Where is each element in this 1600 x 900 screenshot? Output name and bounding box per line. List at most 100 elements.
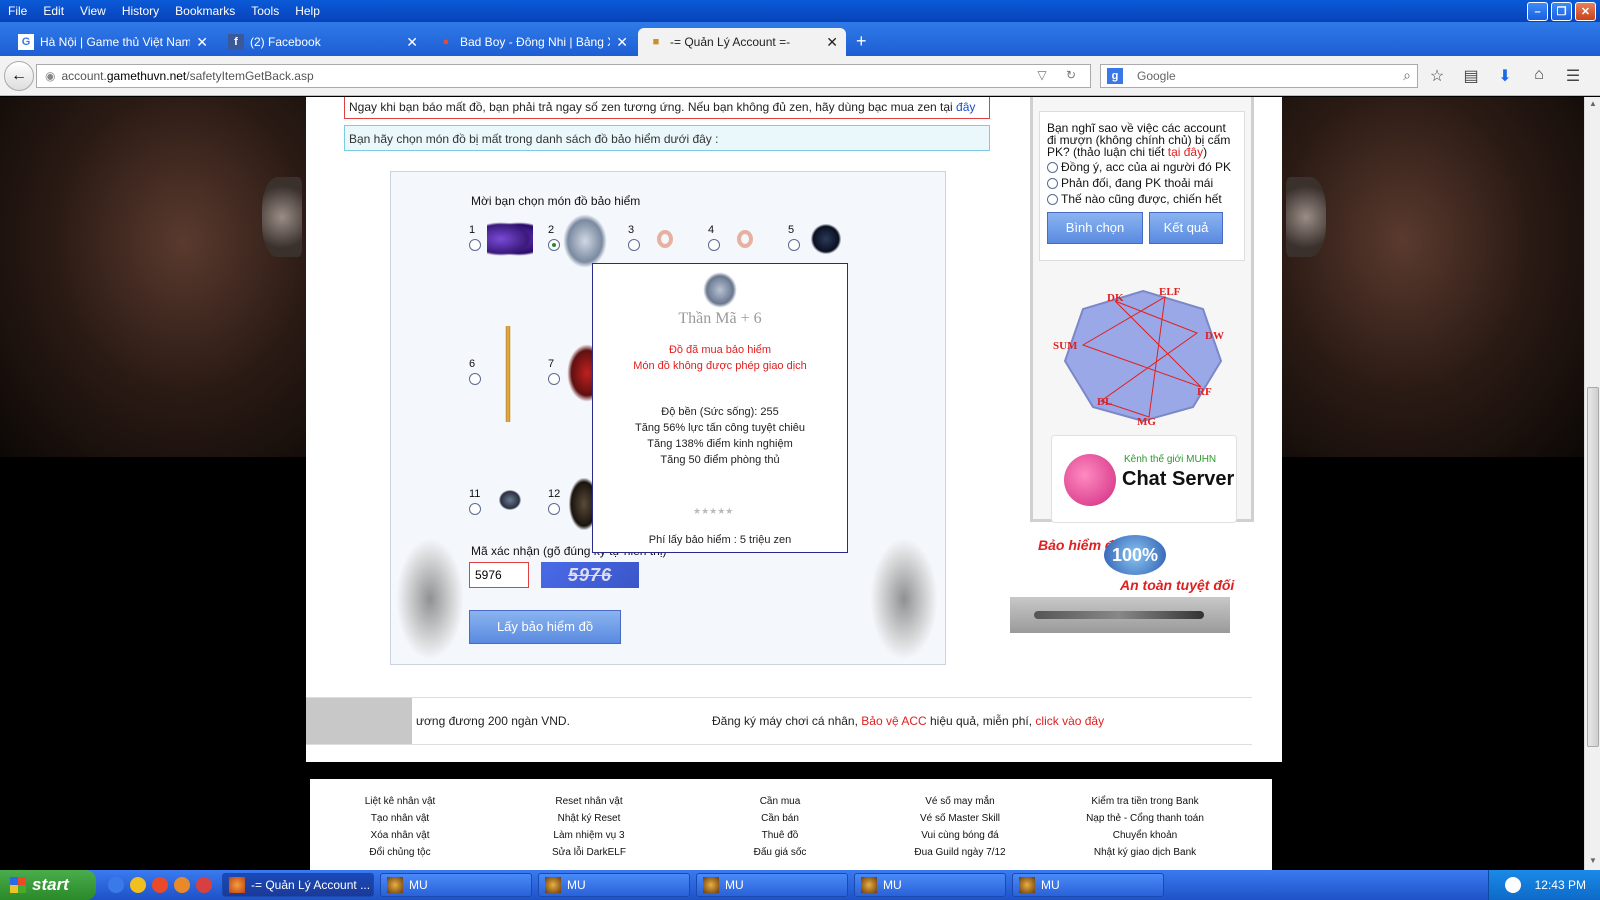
- get-insurance-button[interactable]: Lấy bảo hiểm đồ: [469, 610, 621, 644]
- poll-radio[interactable]: [1047, 193, 1058, 205]
- footer-link[interactable]: Thuê đồ: [730, 827, 830, 844]
- footer-link[interactable]: Vé số Master Skill: [890, 810, 1030, 827]
- menu-view[interactable]: View: [72, 4, 114, 18]
- item-radio-selected[interactable]: [548, 239, 560, 251]
- nav-bar: ← ◉ account. gamethuvn.net/safetyItemGetB…: [0, 56, 1600, 96]
- minimize-icon[interactable]: –: [1527, 2, 1548, 21]
- footer-link[interactable]: Đổi chủng tộc: [350, 844, 450, 861]
- footer-link[interactable]: Làm nhiệm vụ 3: [534, 827, 644, 844]
- footer-link[interactable]: Reset nhân vật: [534, 793, 644, 810]
- footer-link[interactable]: Cần bán: [730, 810, 830, 827]
- clock: 12:43 PM: [1534, 878, 1586, 892]
- item-radio[interactable]: [628, 239, 640, 251]
- tab-bad-boy[interactable]: ● Bad Boy - Đông Nhi | Bảng Xế... ✕: [428, 28, 636, 56]
- footer-link[interactable]: Nạp thẻ - Cổng thanh toán: [1070, 810, 1220, 827]
- firefox-icon[interactable]: [174, 877, 190, 893]
- ornament-right: [1286, 177, 1326, 257]
- tab-close-icon[interactable]: ✕: [406, 34, 418, 51]
- scroll-down-icon[interactable]: ▼: [1587, 856, 1599, 868]
- footer-link[interactable]: Liệt kê nhân vật: [350, 793, 450, 810]
- zen-notice-link[interactable]: đây: [956, 100, 975, 114]
- download-icon[interactable]: ⬇: [1494, 66, 1516, 86]
- captcha-input[interactable]: [469, 562, 529, 588]
- click-here-link[interactable]: click vào đây: [1035, 714, 1104, 728]
- messenger-icon[interactable]: [130, 877, 146, 893]
- scroll-up-icon[interactable]: ▲: [1587, 99, 1599, 111]
- menu-history[interactable]: History: [114, 4, 167, 18]
- footer-link[interactable]: Xóa nhân vật: [350, 827, 450, 844]
- bookmark-star-icon[interactable]: ☆: [1426, 66, 1448, 86]
- item-radio[interactable]: [469, 239, 481, 251]
- footer-link[interactable]: Tạo nhân vật: [350, 810, 450, 827]
- footer-link[interactable]: Cần mua: [730, 793, 830, 810]
- item-radio[interactable]: [469, 373, 481, 385]
- facebook-icon: f: [228, 34, 244, 50]
- footer-link[interactable]: Nhật ký Reset: [534, 810, 644, 827]
- footer-link[interactable]: Vui cùng bóng đá: [890, 827, 1030, 844]
- item-radio[interactable]: [708, 239, 720, 251]
- taskbar-item-mu[interactable]: MU: [854, 873, 1006, 897]
- page-scrollbar[interactable]: ▲ ▼: [1584, 97, 1600, 870]
- footer-link[interactable]: Chuyển khoản: [1070, 827, 1220, 844]
- tab-hanoi-gamethu[interactable]: G Hà Nội | Game thủ Việt Nam- ... ✕: [8, 28, 216, 56]
- chat-server-banner[interactable]: Kênh thế giới MUHN Chat Server: [1051, 435, 1237, 523]
- hamburger-menu-icon[interactable]: ☰: [1562, 66, 1584, 86]
- helm-item-icon: [499, 490, 521, 510]
- menu-bookmarks[interactable]: Bookmarks: [167, 4, 243, 18]
- poll-discussion-link[interactable]: tại đây: [1168, 145, 1203, 159]
- acc-protect-link[interactable]: Bảo vệ ACC: [861, 714, 926, 728]
- poll-option-disagree[interactable]: Phản đối, đang PK thoải mái: [1047, 176, 1237, 190]
- taskbar-item-mu[interactable]: MU: [696, 873, 848, 897]
- new-tab-icon[interactable]: +: [848, 31, 875, 56]
- vote-button[interactable]: Bình chọn: [1047, 212, 1143, 244]
- url-bar[interactable]: ◉ account. gamethuvn.net/safetyItemGetBac…: [36, 64, 1091, 88]
- poll-option-agree[interactable]: Đồng ý, acc của ai người đó PK: [1047, 160, 1237, 174]
- taskbar-item-mu[interactable]: MU: [380, 873, 532, 897]
- horse-item-icon: [563, 214, 607, 268]
- footer-link[interactable]: Sửa lỗi DarkELF: [534, 844, 644, 861]
- back-arrow-icon[interactable]: ←: [4, 61, 34, 91]
- poll-result-button[interactable]: Kết quả: [1149, 212, 1223, 244]
- tab-close-icon[interactable]: ✕: [616, 34, 628, 51]
- tab-close-icon[interactable]: ✕: [826, 34, 838, 51]
- tray-icon[interactable]: [1504, 877, 1521, 893]
- chrome-icon[interactable]: [152, 877, 168, 893]
- footer-link[interactable]: Đấu giá sốc: [730, 844, 830, 861]
- poll-option-any[interactable]: Thế nào cũng được, chiến hết: [1047, 192, 1237, 206]
- item-radio[interactable]: [788, 239, 800, 251]
- restore-icon[interactable]: ❐: [1551, 2, 1572, 21]
- footer-link[interactable]: Kiểm tra tiền trong Bank: [1070, 793, 1220, 810]
- close-icon[interactable]: ✕: [1575, 2, 1596, 21]
- search-icon[interactable]: ⌕: [1403, 67, 1411, 84]
- reading-list-icon[interactable]: ▤: [1460, 66, 1482, 86]
- app-icon[interactable]: [196, 877, 212, 893]
- item-radio[interactable]: [469, 503, 481, 515]
- footer-link[interactable]: Vé số may mắn: [890, 793, 1030, 810]
- footer-link[interactable]: Nhật ký giao dịch Bank: [1070, 844, 1220, 861]
- ring-item-icon: [737, 230, 753, 248]
- tooltip-item-name: Thần Mã + 6: [678, 310, 762, 327]
- tab-close-icon[interactable]: ✕: [196, 34, 208, 51]
- taskbar-item-firefox[interactable]: -= Quản Lý Account ...: [222, 873, 374, 897]
- globe-icon: ◉: [45, 69, 56, 83]
- start-button[interactable]: start: [0, 870, 96, 900]
- home-icon[interactable]: ⌂: [1528, 66, 1550, 86]
- menu-help[interactable]: Help: [287, 4, 328, 18]
- item-radio[interactable]: [548, 503, 560, 515]
- reload-icon[interactable]: ▽ ↻: [1037, 68, 1084, 82]
- poll-radio[interactable]: [1047, 177, 1058, 189]
- taskbar-item-mu[interactable]: MU: [1012, 873, 1164, 897]
- search-bar[interactable]: g Google ⌕: [1100, 64, 1418, 88]
- tab-facebook[interactable]: f (2) Facebook ✕: [218, 28, 426, 56]
- item-radio[interactable]: [548, 373, 560, 385]
- insurance-banner[interactable]: Bảo hiểm đồ 100% An toàn tuyệt đối: [1030, 529, 1260, 599]
- tab-quan-ly-account[interactable]: ■ -= Quản Lý Account =- ✕: [638, 28, 846, 56]
- menu-tools[interactable]: Tools: [243, 4, 287, 18]
- menu-edit[interactable]: Edit: [35, 4, 72, 18]
- scroll-thumb[interactable]: [1587, 387, 1599, 747]
- menu-file[interactable]: File: [0, 4, 35, 18]
- ie-icon[interactable]: [108, 877, 124, 893]
- footer-link[interactable]: Đua Guild ngày 7/12: [890, 844, 1030, 861]
- poll-radio[interactable]: [1047, 161, 1058, 173]
- taskbar-item-mu[interactable]: MU: [538, 873, 690, 897]
